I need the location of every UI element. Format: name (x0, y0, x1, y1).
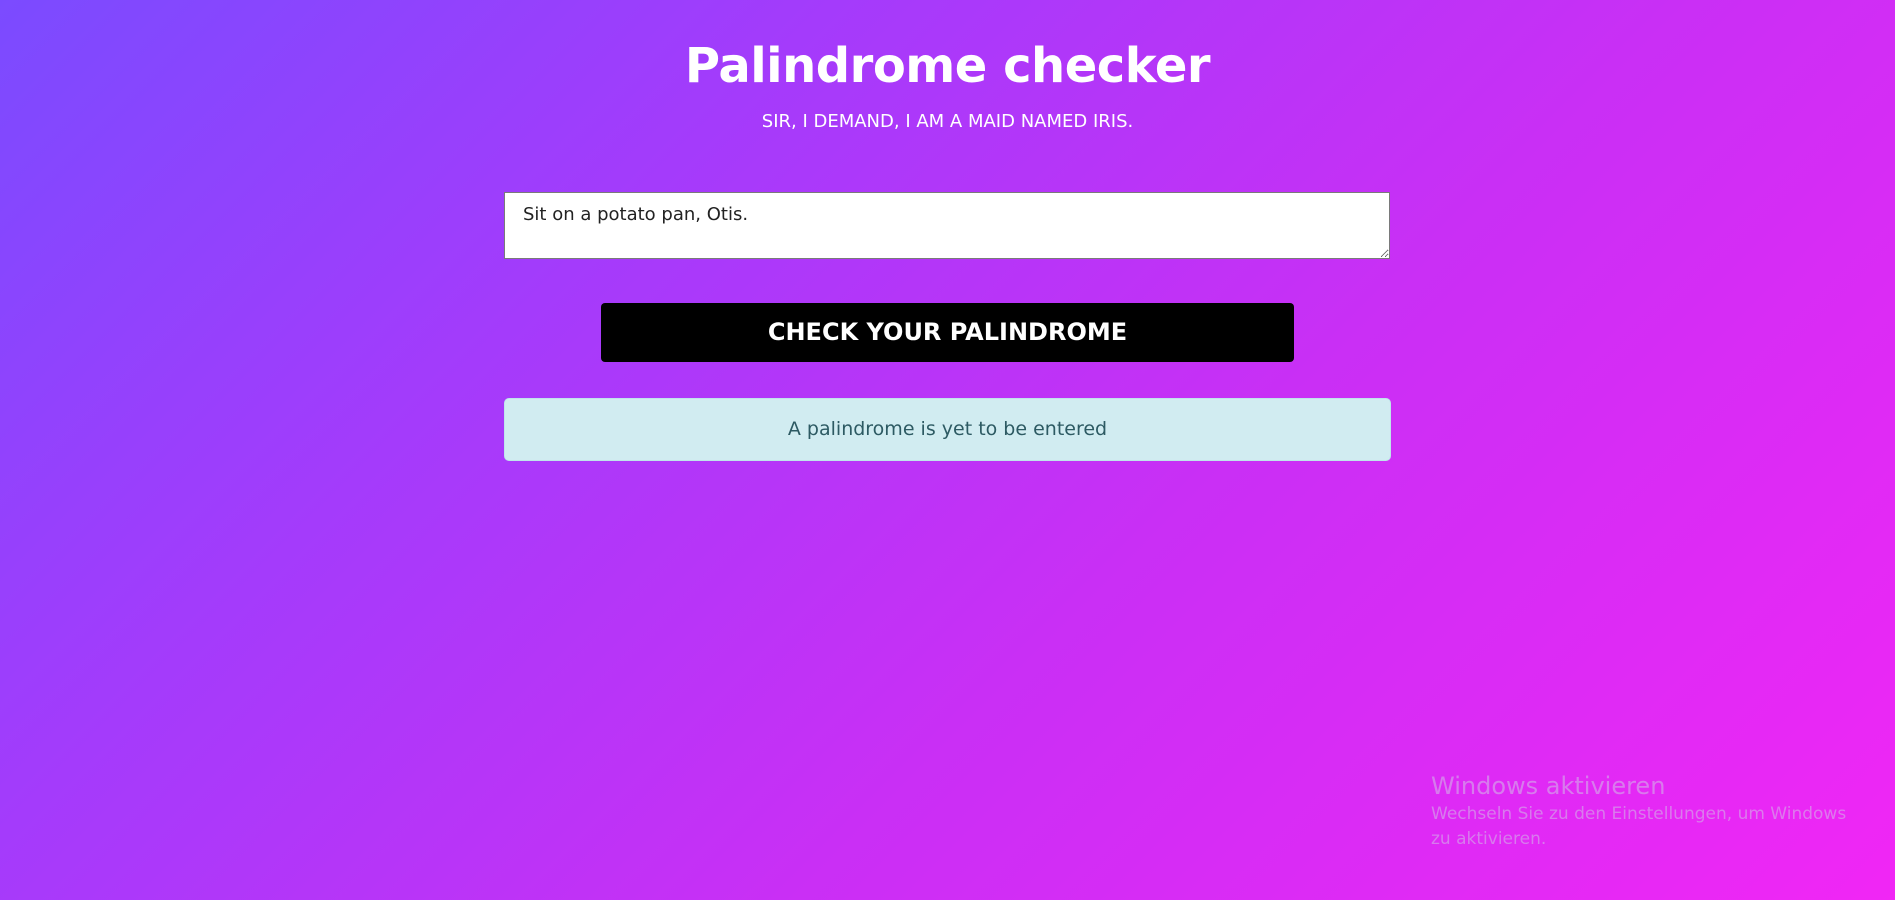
result-alert: A palindrome is yet to be entered (504, 398, 1391, 461)
check-palindrome-button[interactable]: CHECK YOUR PALINDROME (601, 303, 1294, 362)
page-title: Palindrome checker (684, 38, 1211, 94)
windows-activation-watermark: Windows aktivieren Wechseln Sie zu den E… (1431, 770, 1871, 852)
watermark-title: Windows aktivieren (1431, 772, 1666, 800)
palindrome-input[interactable]: Sit on a potato pan, Otis. (504, 192, 1390, 259)
page-subtitle: SIR, I DEMAND, I AM A MAID NAMED IRIS. (761, 111, 1134, 132)
watermark-text: Wechseln Sie zu den Einstellungen, um Wi… (1431, 804, 1847, 849)
